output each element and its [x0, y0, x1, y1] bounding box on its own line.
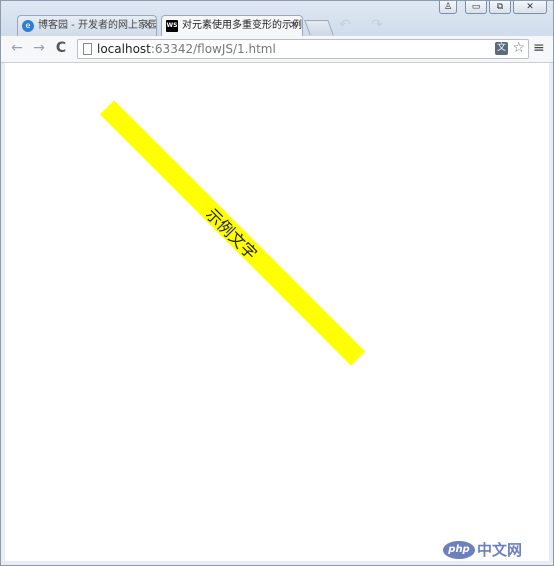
php-watermark: php 中文网 [443, 539, 522, 560]
reload-button[interactable]: C [53, 40, 69, 56]
bookmark-star-icon[interactable]: ☆ [512, 40, 525, 56]
translate-icon[interactable]: 文 [495, 42, 508, 55]
window-controls: ♙ ▭ ⧉ ✕ [439, 1, 547, 15]
close-tab-icon[interactable]: ✕ [290, 16, 298, 36]
php-logo: php [443, 540, 475, 559]
restore-button[interactable]: ⧉ [489, 1, 511, 14]
url-text[interactable]: localhost:63342/flowJS/1.html [97, 42, 276, 57]
new-tab-button[interactable] [304, 20, 334, 35]
page-viewport: 示例文字 php 中文网 [5, 63, 549, 561]
url-path: :63342/flowJS/1.html [150, 42, 276, 56]
watermark-text: 中文网 [477, 541, 523, 559]
address-bar[interactable]: localhost:63342/flowJS/1.html 文 ☆ [77, 39, 529, 59]
tab-transform-demo[interactable]: WS 对元素使用多重变形的示例 ✕ [161, 15, 303, 37]
close-window-button[interactable]: ✕ [513, 1, 547, 14]
minimize-button[interactable]: ▭ [465, 1, 487, 14]
ghost-undo-icon: ↶ [339, 17, 351, 33]
browser-window: e 博客园 - 开发者的网上家园 ✕ WS 对元素使用多重变形的示例 ✕ ↶ ↷… [0, 0, 554, 566]
forward-button[interactable]: → [31, 40, 47, 56]
webstorm-icon: WS [166, 20, 178, 32]
transformed-demo-box: 示例文字 [99, 100, 366, 366]
tab-strip: e 博客园 - 开发者的网上家园 ✕ WS 对元素使用多重变形的示例 ✕ ↶ ↷… [1, 1, 553, 37]
tab-cnblogs[interactable]: e 博客园 - 开发者的网上家园 ✕ [17, 15, 157, 37]
ghost-redo-icon: ↷ [371, 17, 383, 33]
page-icon [83, 43, 92, 55]
tab-title: 博客园 - 开发者的网上家园 [38, 20, 157, 31]
menu-icon[interactable]: ≡ [533, 40, 545, 56]
browser-toolbar: ← → C localhost:63342/flowJS/1.html 文 ☆ … [1, 36, 553, 63]
url-host: localhost [97, 42, 151, 56]
tab-title: 对元素使用多重变形的示例 [182, 20, 302, 31]
close-tab-icon[interactable]: ✕ [144, 16, 152, 36]
user-icon[interactable]: ♙ [439, 1, 457, 14]
demo-text: 示例文字 [202, 204, 261, 264]
globe-icon: e [22, 20, 34, 32]
back-button[interactable]: ← [9, 40, 25, 56]
